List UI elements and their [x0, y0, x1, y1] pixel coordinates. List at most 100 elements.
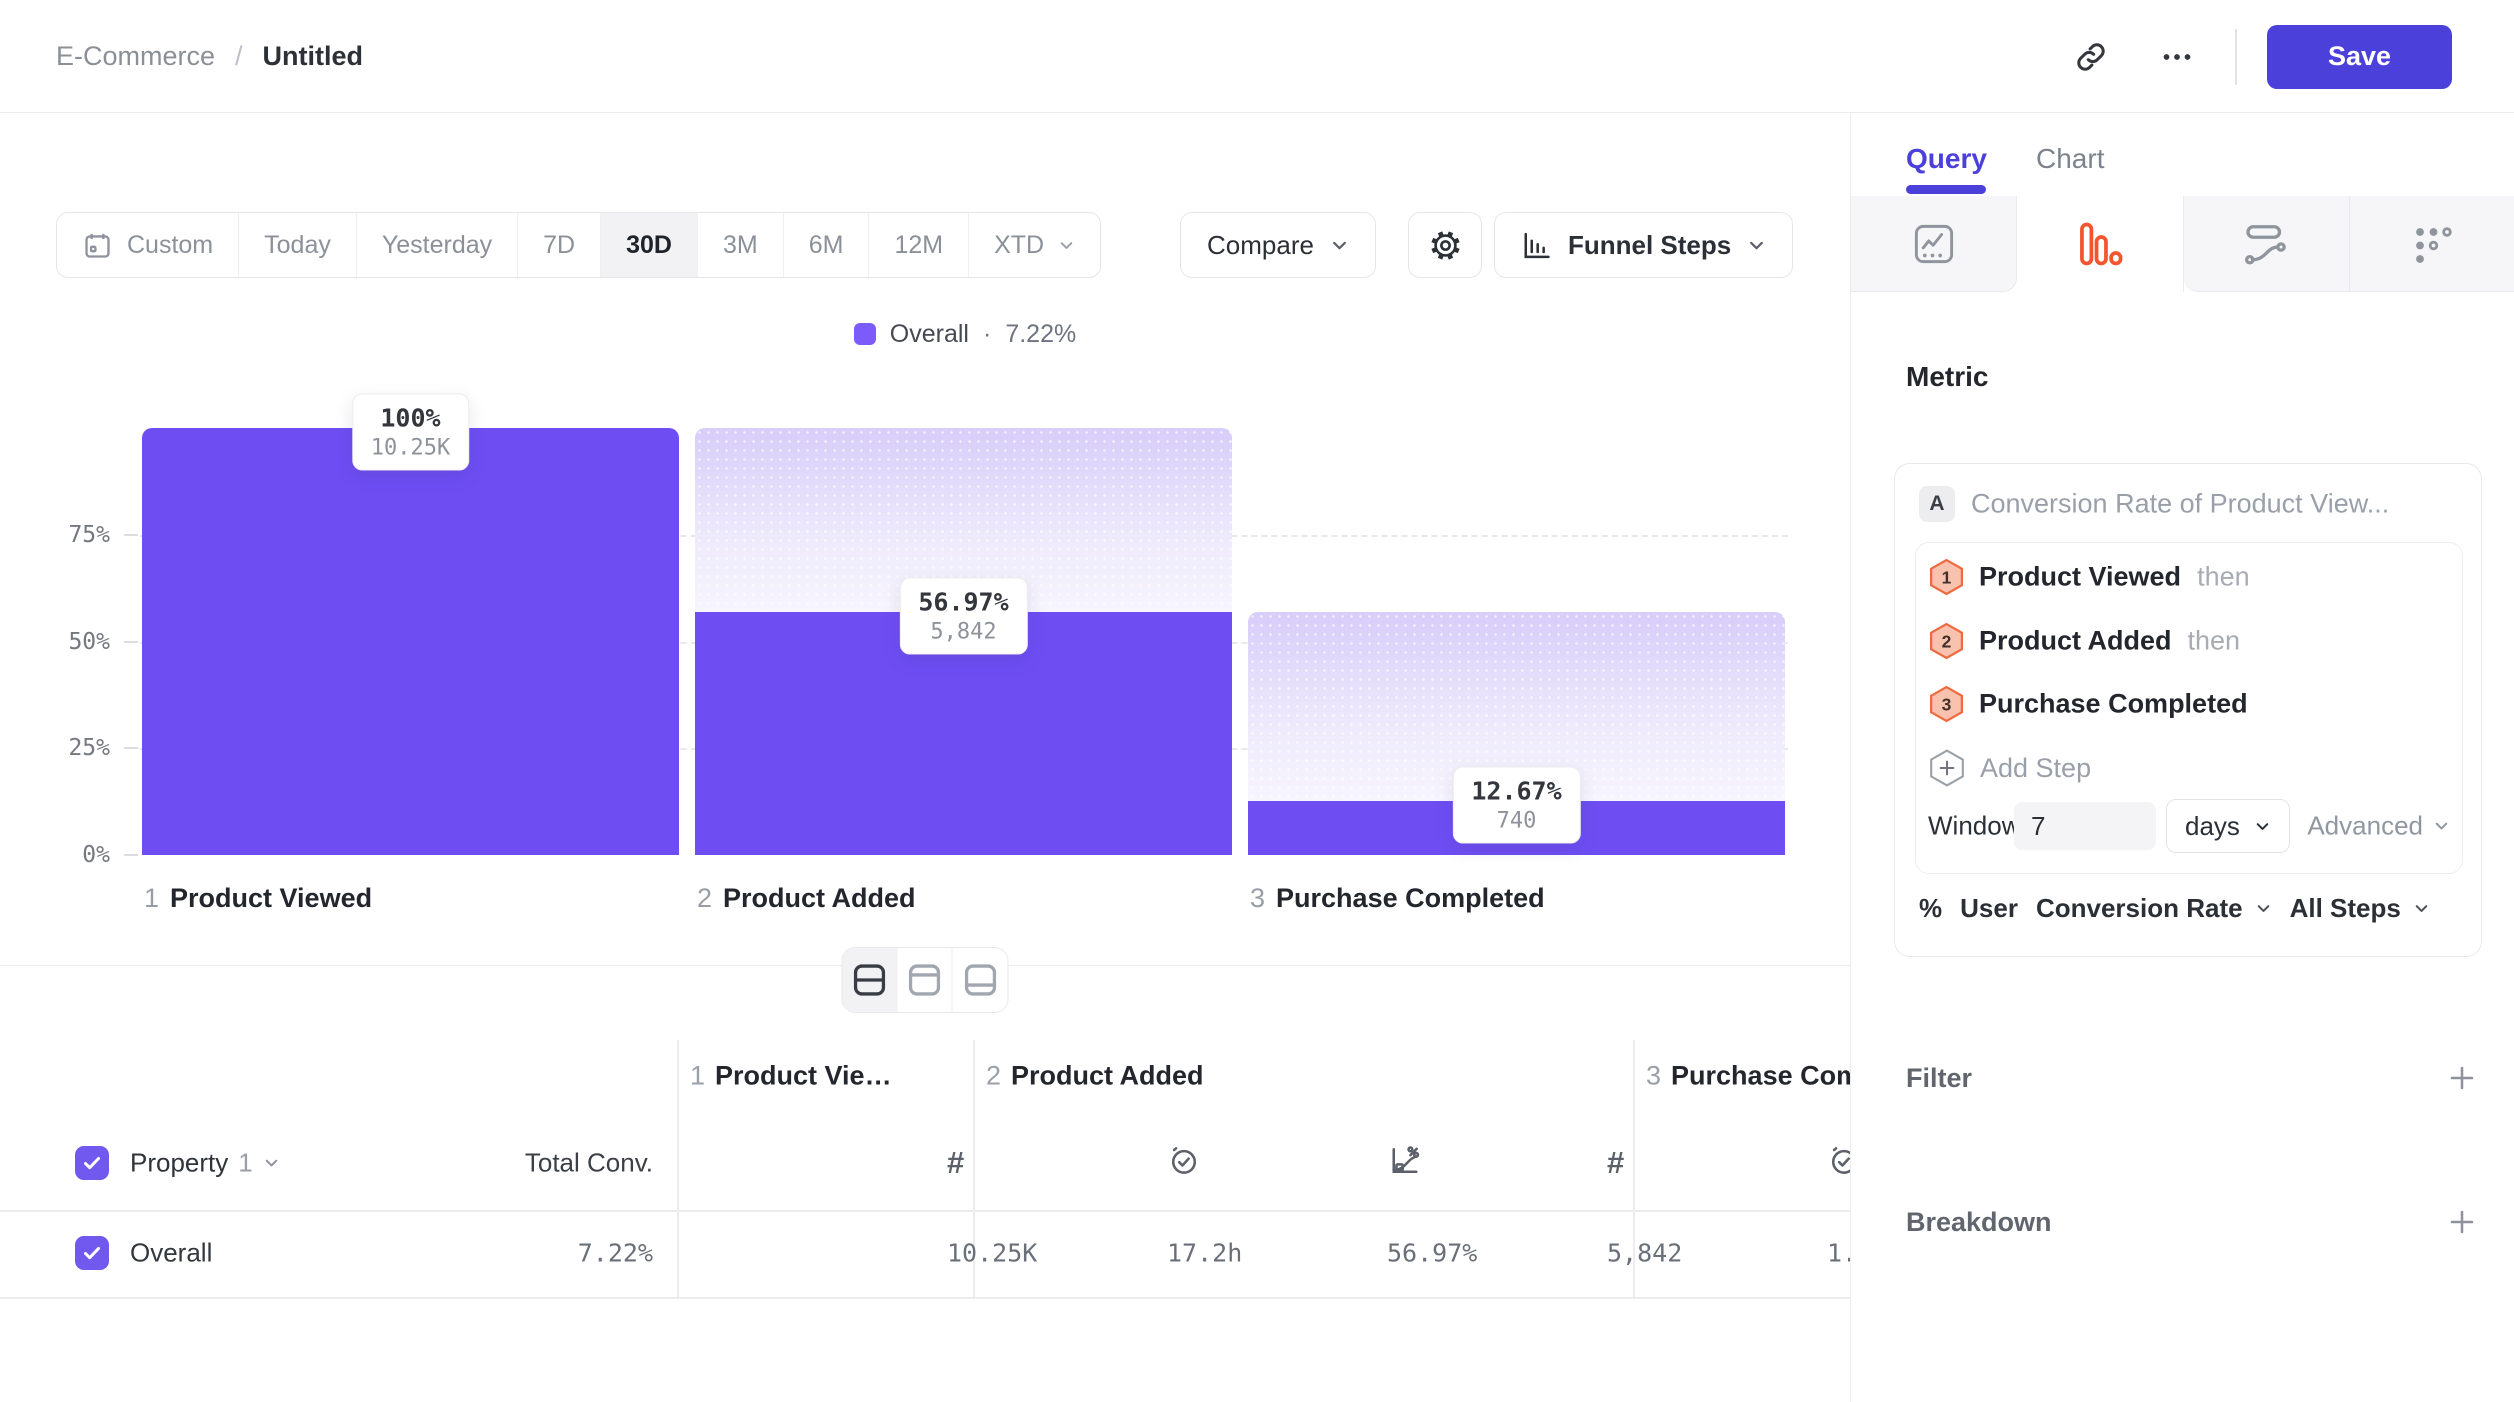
filter-section-label: Filter — [1906, 1063, 1972, 1094]
tooltip-percent: 100% — [371, 404, 450, 433]
property-selector[interactable]: Property 1 — [130, 1148, 280, 1179]
chevron-down-icon — [2413, 900, 2430, 917]
hash-icon: # — [947, 1145, 964, 1181]
total-conv-header[interactable]: Total Conv. — [525, 1148, 653, 1179]
breadcrumb-project[interactable]: E-Commerce — [56, 41, 215, 72]
layout-toggle-group — [842, 947, 1009, 1013]
layout-toggle-split-view[interactable] — [843, 948, 898, 1012]
measure-type-select[interactable]: Conversion Rate — [2036, 893, 2272, 924]
tab-chart[interactable]: Chart — [2036, 143, 2104, 175]
topbar-divider — [2235, 29, 2237, 85]
add-step-button[interactable]: Add Step — [1928, 748, 2091, 788]
add-breakdown-button[interactable] — [2446, 1206, 2478, 1238]
property-index: 1 — [238, 1148, 252, 1179]
add-step-label: Add Step — [1980, 753, 2091, 784]
link-icon — [2073, 39, 2109, 75]
cell-value: 1.9D — [1827, 1239, 1850, 1268]
column-header-step-3[interactable]: 3Purchase Completed — [1646, 1061, 1850, 1092]
advanced-label: Advanced — [2307, 811, 2423, 842]
table-only-icon — [961, 961, 999, 999]
funnel-icon — [2075, 219, 2125, 269]
chevron-down-icon — [263, 1155, 280, 1172]
clock-check-icon — [1827, 1144, 1850, 1183]
step-name: Purchase Completed — [1979, 689, 2248, 720]
chart-percent-icon — [1387, 1143, 1423, 1184]
metric-card: A Conversion Rate of Product View... 1 Pr… — [1894, 463, 2482, 957]
chevron-down-icon — [2254, 818, 2271, 835]
measure-type-value: Conversion Rate — [2036, 893, 2243, 924]
cell-value: 5,842 — [1607, 1239, 1682, 1268]
layout-toggle-chart-only[interactable] — [898, 948, 953, 1012]
column-header-step-1[interactable]: 1Product Viewed — [690, 1061, 900, 1092]
window-unit-select[interactable]: days — [2166, 799, 2290, 853]
main-content: CustomTodayYesterday7D30D3M6M12MXTD Comp… — [0, 113, 1850, 1402]
chart-type-tab-funnel[interactable] — [2017, 196, 2183, 292]
split-view-icon — [851, 961, 889, 999]
ellipsis-icon — [2159, 39, 2195, 75]
cell-value: 56.97% — [1387, 1239, 1477, 1268]
measure-scope-value: All Steps — [2290, 893, 2401, 924]
window-input[interactable]: 7 — [2014, 802, 2156, 850]
step-connector: then — [2188, 626, 2241, 657]
chart-type-tab-breakdown-grid[interactable] — [2350, 196, 2514, 292]
chevron-down-icon — [2433, 818, 2450, 835]
tooltip-count: 5,842 — [918, 619, 1008, 644]
top-bar: E-Commerce / Untitled Save — [0, 0, 2514, 113]
svg-text:2: 2 — [1942, 632, 1952, 652]
row-name: Overall — [130, 1238, 212, 1269]
tab-query[interactable]: Query — [1906, 143, 1987, 175]
breadcrumb: E-Commerce / Untitled — [56, 0, 363, 113]
layout-toggle-table-only[interactable] — [953, 948, 1008, 1012]
property-label: Property — [130, 1148, 228, 1179]
funnel-steps-editor: 1 Product Viewed then 2 Product Added then 3Pu… — [1915, 542, 2463, 874]
tooltip-percent: 56.97% — [918, 587, 1008, 616]
step-name: Product Viewed — [1979, 562, 2181, 593]
chevron-down-icon — [2255, 900, 2272, 917]
window-label: Window — [1928, 811, 2020, 842]
more-menu-button[interactable] — [2149, 29, 2205, 85]
select-all-checkbox[interactable] — [75, 1146, 109, 1180]
row-checkbox-overall[interactable] — [75, 1236, 109, 1270]
tooltip-count: 10.25K — [371, 436, 450, 461]
chart-type-tab-line-chart[interactable] — [1851, 196, 2017, 292]
check-icon — [80, 1241, 104, 1265]
add-filter-button[interactable] — [2446, 1062, 2478, 1094]
funnel-step-3[interactable]: 3Purchase Completed — [1928, 685, 2248, 724]
measure-percent: % — [1919, 893, 1942, 924]
cell-value: 10.25K — [947, 1239, 1037, 1268]
step-number-badge: 1 — [1928, 558, 1965, 597]
column-header-step-2[interactable]: 2Product Added — [986, 1061, 1204, 1092]
breadcrumb-separator: / — [235, 41, 243, 72]
svg-text:1: 1 — [1942, 568, 1952, 588]
measure-entity[interactable]: User — [1960, 893, 2018, 924]
funnel-step-2[interactable]: 2 Product Added then — [1928, 622, 2240, 661]
header-border — [0, 1210, 1850, 1212]
advanced-toggle[interactable]: Advanced — [2307, 811, 2450, 842]
window-unit-value: days — [2185, 811, 2240, 842]
breakdown-section: Breakdown — [1906, 1195, 2478, 1249]
breadcrumb-current[interactable]: Untitled — [263, 41, 364, 72]
plus-hexagon-icon — [1928, 748, 1966, 788]
step-connector: then — [2197, 562, 2250, 593]
series-title[interactable]: Conversion Rate of Product View... — [1971, 489, 2389, 520]
row-total-conv: 7.22% — [578, 1239, 653, 1268]
measure-scope-select[interactable]: All Steps — [2290, 893, 2430, 924]
chart-type-tab-flow[interactable] — [2184, 196, 2350, 292]
share-link-button[interactable] — [2063, 29, 2119, 85]
save-button[interactable]: Save — [2267, 25, 2452, 89]
step-name: Product Added — [1979, 626, 2172, 657]
cell-value: 17.2h — [1167, 1239, 1242, 1268]
query-panel: Query Chart Metric A Conversion Rate of … — [1850, 113, 2514, 1402]
check-icon — [80, 1151, 104, 1175]
series-badge: A — [1919, 486, 1955, 522]
hash-icon: # — [1607, 1145, 1624, 1181]
funnel-bar-1[interactable] — [142, 428, 679, 855]
measure-row: % User Conversion Rate All Steps — [1895, 884, 2481, 932]
chart-only-icon — [906, 961, 944, 999]
clock-check-icon — [1167, 1144, 1201, 1183]
funnel-step-1[interactable]: 1 Product Viewed then — [1928, 558, 2250, 597]
breakdown-section-label: Breakdown — [1906, 1207, 2052, 1238]
tooltip-percent: 12.67% — [1471, 776, 1561, 805]
column-divider — [677, 1040, 679, 1297]
active-tab-underline — [1906, 185, 1986, 194]
